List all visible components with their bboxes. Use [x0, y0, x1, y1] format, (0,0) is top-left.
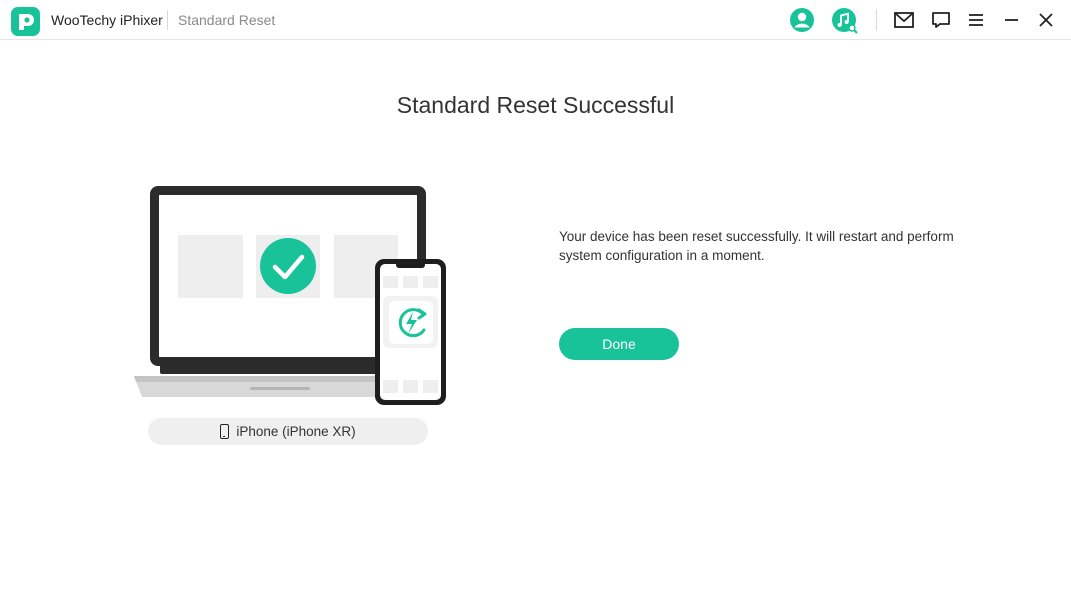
connected-device-label: iPhone (iPhone XR) — [148, 418, 428, 445]
menu-icon[interactable] — [962, 6, 990, 34]
done-button[interactable]: Done — [559, 328, 679, 360]
user-account-icon[interactable] — [788, 6, 816, 34]
mode-name: Standard Reset — [178, 12, 276, 28]
page-title: Standard Reset Successful — [396, 92, 675, 118]
phone-icon — [220, 424, 230, 439]
title-bar: WooTechy iPhixer Standard Reset — [0, 0, 1071, 40]
minimize-icon[interactable] — [997, 6, 1025, 34]
feedback-icon[interactable] — [927, 6, 955, 34]
app-name: WooTechy iPhixer — [51, 12, 163, 28]
mail-icon[interactable] — [890, 6, 918, 34]
toolbar-divider — [876, 9, 877, 31]
reset-success-illustration — [130, 184, 450, 409]
close-icon[interactable] — [1032, 6, 1060, 34]
music-search-icon[interactable] — [830, 6, 858, 34]
device-name: iPhone (iPhone XR) — [236, 424, 356, 439]
app-logo-icon — [11, 7, 40, 36]
title-separator — [167, 10, 168, 30]
success-message: Your device has been reset successfully.… — [559, 229, 954, 263]
